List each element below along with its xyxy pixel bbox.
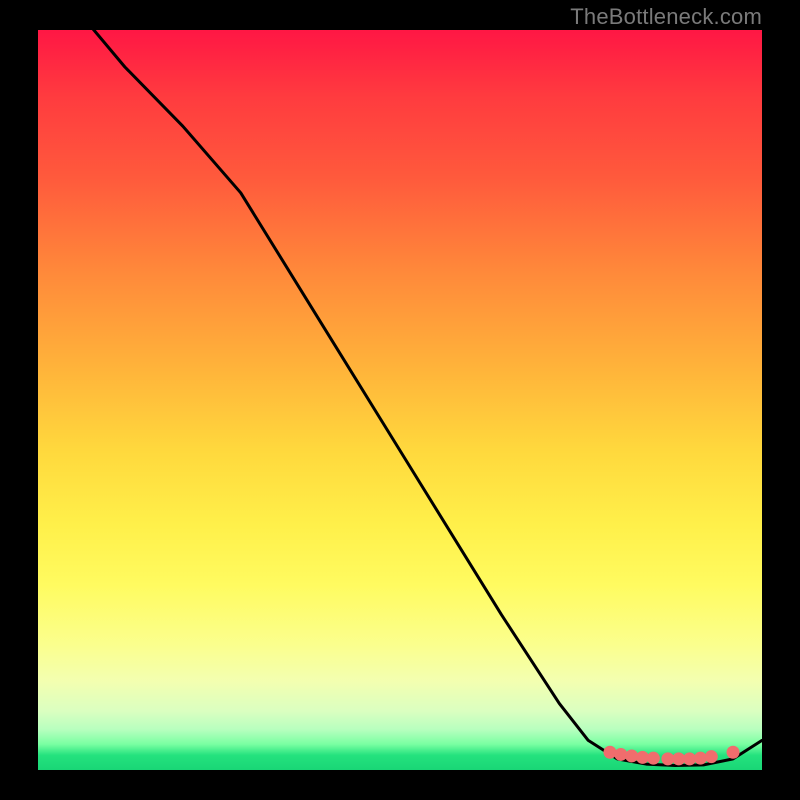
attribution-text: TheBottleneck.com bbox=[570, 4, 762, 30]
data-marker bbox=[727, 746, 740, 759]
line-svg bbox=[38, 30, 762, 770]
data-marker bbox=[705, 750, 718, 763]
data-marker bbox=[603, 746, 616, 759]
plot-area bbox=[38, 30, 762, 770]
curve-path bbox=[38, 30, 762, 766]
chart-frame: TheBottleneck.com bbox=[0, 0, 800, 800]
line-series bbox=[38, 30, 762, 766]
data-marker bbox=[647, 752, 660, 765]
